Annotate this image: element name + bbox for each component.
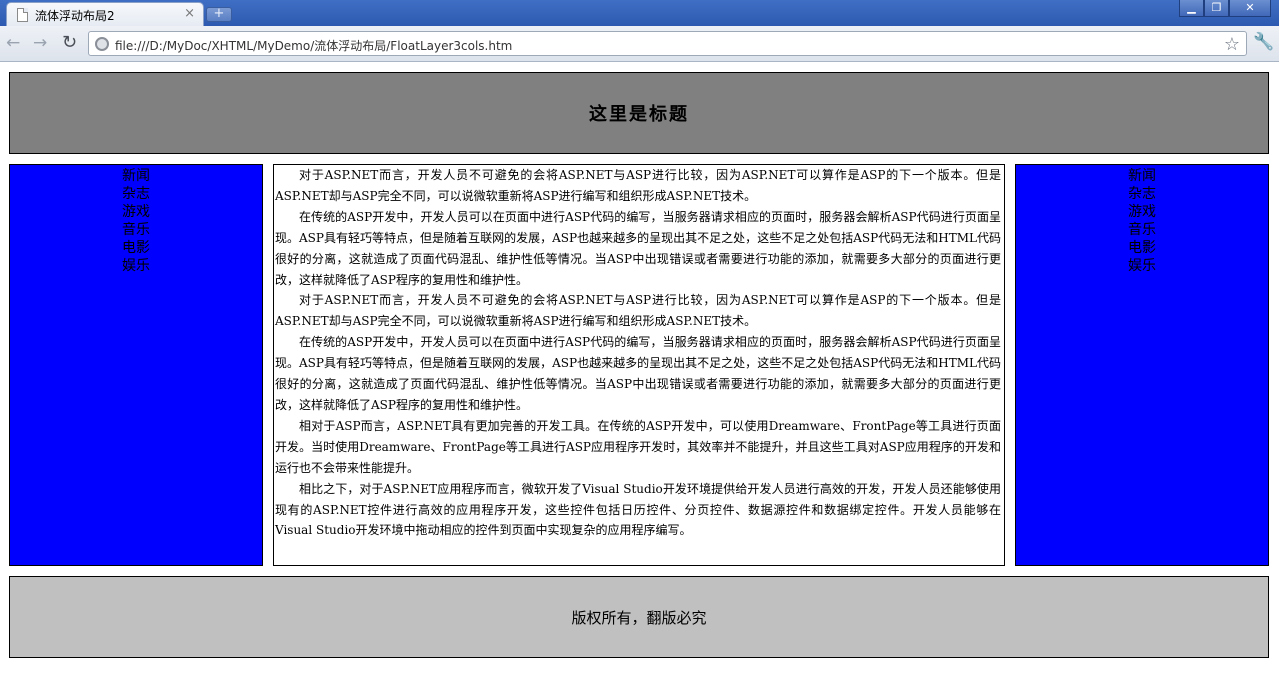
main-content: 对于ASP.NET而言，开发人员不可避免的会将ASP.NET与ASP进行比较，因… <box>273 164 1005 566</box>
page-footer: 版权所有，翻版必究 <box>9 576 1269 658</box>
wrench-icon[interactable]: 🔧 <box>1253 32 1274 52</box>
left-nav-item: 杂志 <box>122 186 150 202</box>
url-text[interactable]: file:///D:/MyDoc/XHTML/MyDemo/流体浮动布局/Flo… <box>115 37 512 54</box>
new-tab-button[interactable]: + <box>206 7 232 22</box>
right-sidebar: 新闻杂志游戏音乐电影娱乐 <box>1015 164 1269 566</box>
content-paragraph: 在传统的ASP开发中，开发人员可以在页面中进行ASP代码的编写，当服务器请求相应… <box>275 209 1001 287</box>
page-viewport: 这里是标题 新闻杂志游戏音乐电影娱乐 对于ASP.NET而言，开发人员不可避免的… <box>0 62 1279 676</box>
address-bar[interactable]: file:///D:/MyDoc/XHTML/MyDemo/流体浮动布局/Flo… <box>88 31 1247 56</box>
content-paragraph: 对于ASP.NET而言，开发人员不可避免的会将ASP.NET与ASP进行比较，因… <box>275 168 1001 203</box>
copyright-text: 版权所有，翻版必究 <box>571 608 707 627</box>
restore-icon[interactable]: ❐ <box>1204 0 1229 17</box>
tab-close-icon[interactable]: × <box>184 6 195 22</box>
left-sidebar: 新闻杂志游戏音乐电影娱乐 <box>9 164 263 566</box>
reload-icon[interactable]: ↻ <box>62 34 77 52</box>
left-nav-item: 新闻 <box>122 168 150 184</box>
right-nav-item: 杂志 <box>1128 186 1156 202</box>
right-nav-item: 音乐 <box>1128 222 1156 238</box>
star-icon[interactable]: ☆ <box>1224 34 1240 55</box>
browser-tab[interactable]: 流体浮动布局2 × <box>6 2 204 26</box>
page-header: 这里是标题 <box>9 72 1269 154</box>
forward-arrow-icon[interactable]: → <box>33 34 47 52</box>
document-icon <box>17 8 28 22</box>
content-paragraph: 对于ASP.NET而言，开发人员不可避免的会将ASP.NET与ASP进行比较，因… <box>275 293 1001 329</box>
left-nav-item: 娱乐 <box>122 258 150 274</box>
window-controls: ▁ ❐ ✕ <box>1179 0 1271 18</box>
page-icon <box>95 37 109 51</box>
minimize-icon[interactable]: ▁ <box>1179 0 1204 17</box>
tab-title: 流体浮动布局2 <box>35 9 115 23</box>
browser-toolbar: ← → ↻ file:///D:/MyDoc/XHTML/MyDemo/流体浮动… <box>0 26 1279 62</box>
right-nav-item: 娱乐 <box>1128 258 1156 274</box>
content-paragraph: 相比之下，对于ASP.NET应用程序而言，微软开发了Visual Studio开… <box>275 481 1001 538</box>
right-nav-item: 新闻 <box>1128 168 1156 184</box>
tab-strip: 流体浮动布局2 × + ▁ ❐ ✕ <box>0 0 1279 26</box>
right-nav-item: 游戏 <box>1128 204 1156 220</box>
page-title: 这里是标题 <box>589 104 689 125</box>
right-nav-list: 新闻杂志游戏音乐电影娱乐 <box>1016 165 1268 275</box>
content-paragraph: 在传统的ASP开发中，开发人员可以在页面中进行ASP代码的编写，当服务器请求相应… <box>275 335 1001 412</box>
left-nav-item: 电影 <box>122 240 150 256</box>
left-nav-item: 游戏 <box>122 204 150 220</box>
left-nav-list: 新闻杂志游戏音乐电影娱乐 <box>10 165 262 275</box>
content-paragraph: 相对于ASP而言，ASP.NET具有更加完善的开发工具。在传统的ASP开发中，可… <box>275 418 1001 475</box>
back-arrow-icon[interactable]: ← <box>6 34 20 52</box>
close-window-icon[interactable]: ✕ <box>1229 0 1271 17</box>
right-nav-item: 电影 <box>1128 240 1156 256</box>
left-nav-item: 音乐 <box>122 222 150 238</box>
